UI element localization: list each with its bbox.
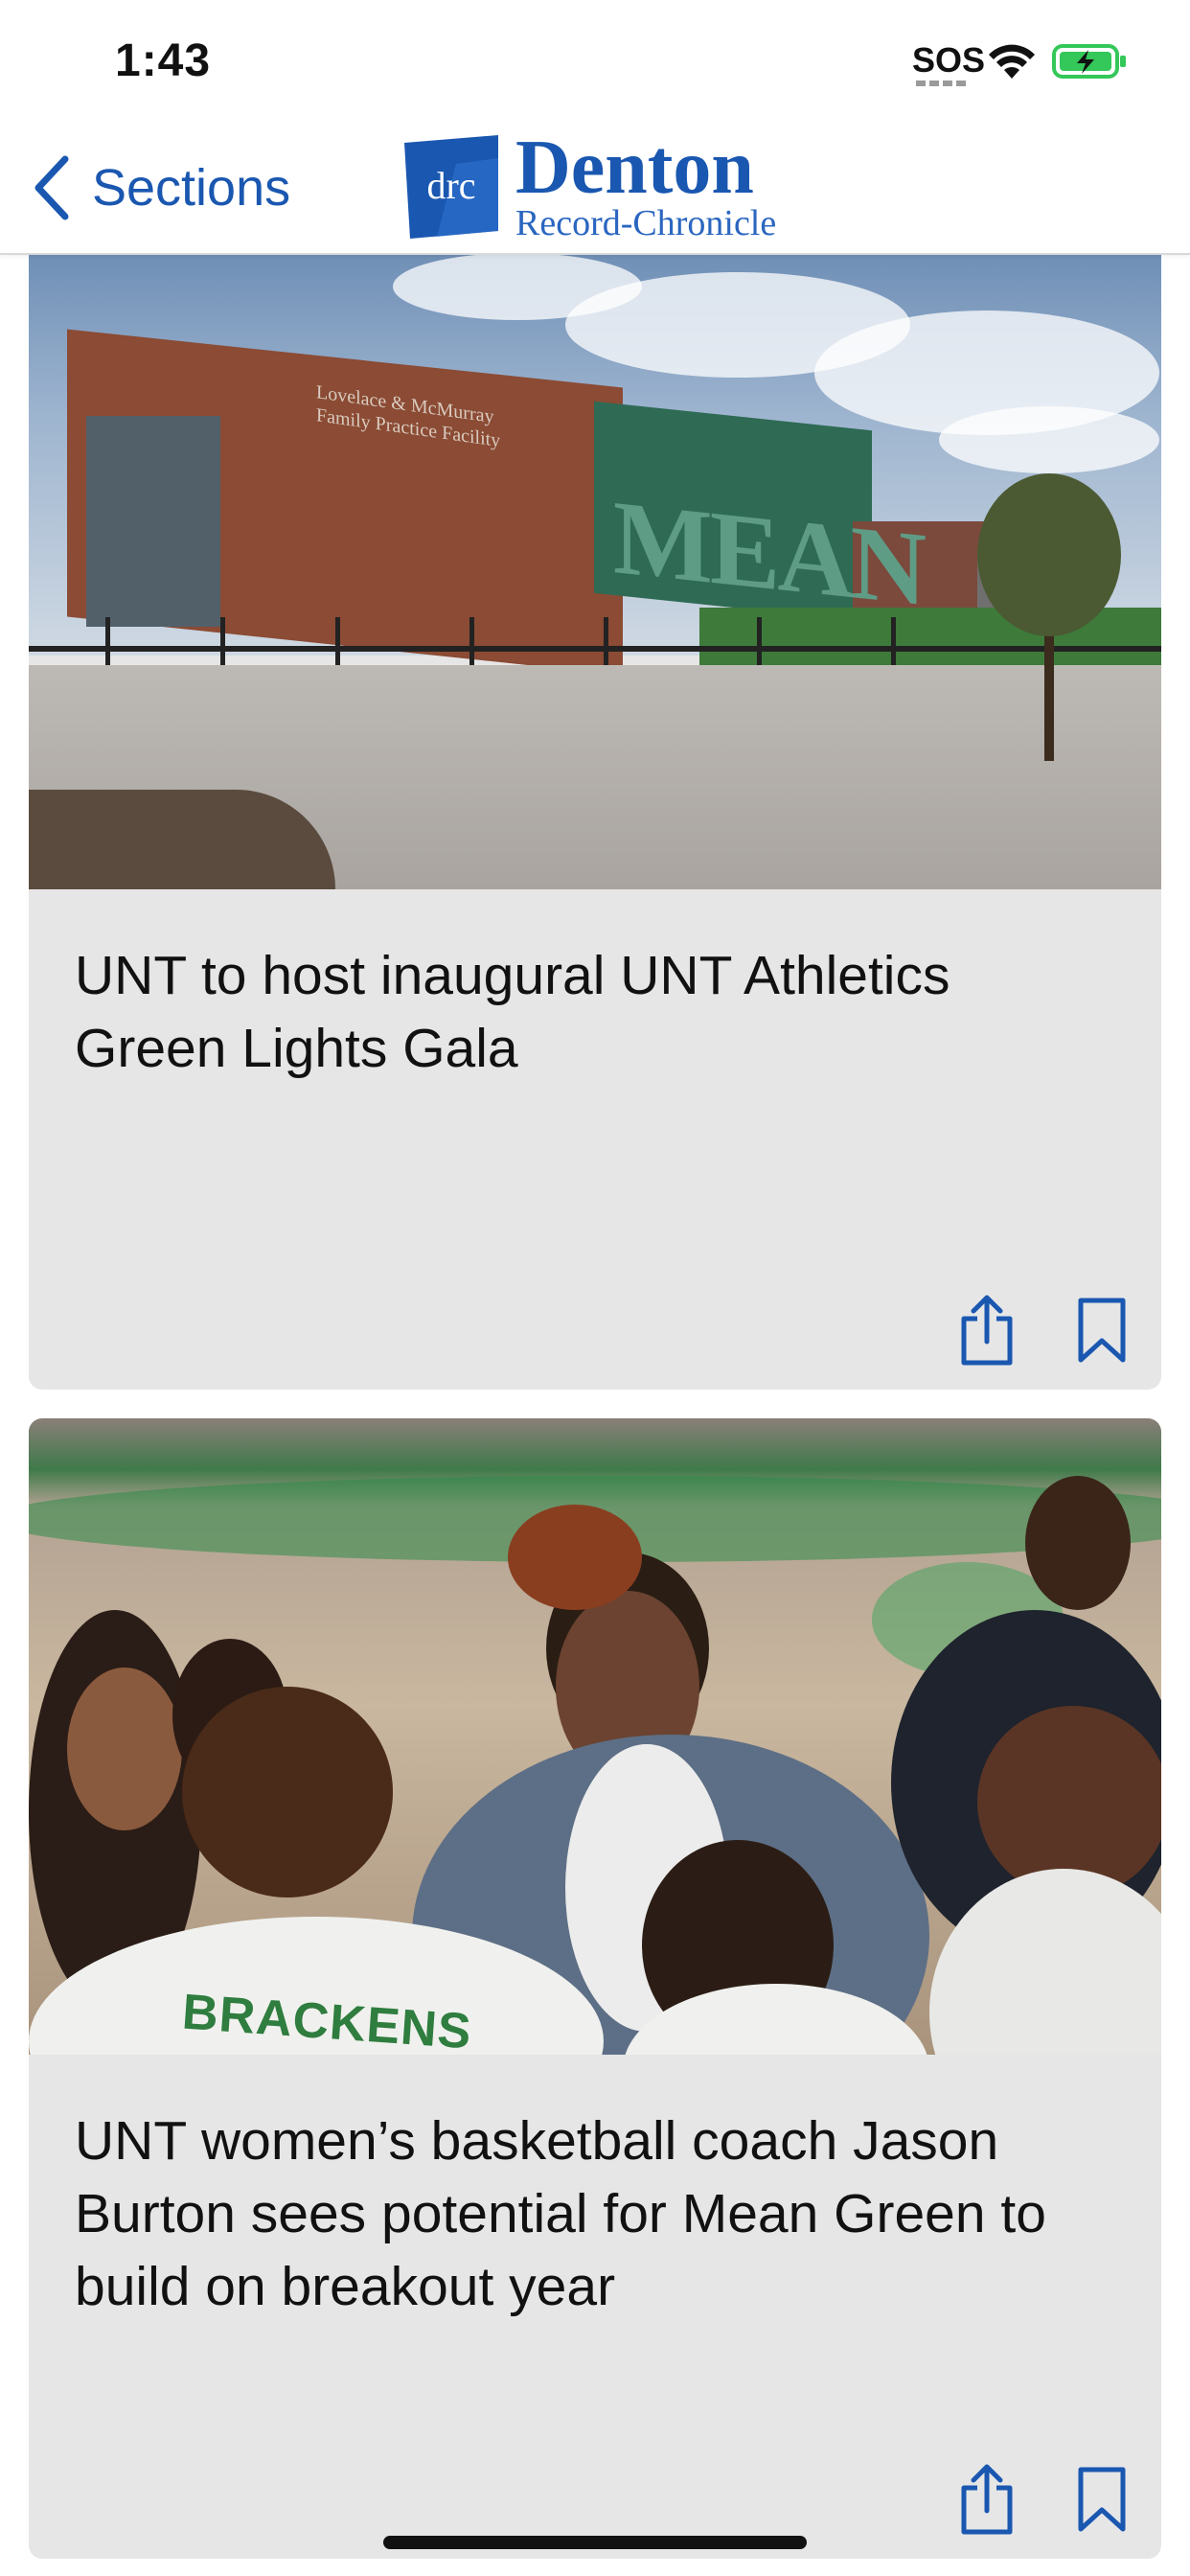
article-title[interactable]: UNT women’s basketball coach Jason Burto…: [75, 2104, 1110, 2323]
logo-subtitle: Record-Chronicle: [515, 203, 777, 243]
drc-logo-mark: drc: [404, 135, 498, 239]
nav-header: Sections drc Denton Record-Chronicle: [0, 125, 1190, 255]
bookmark-icon: [1078, 1298, 1126, 1363]
sos-indicator: SOS: [912, 40, 986, 80]
chevron-left-icon: [34, 155, 69, 220]
back-label: Sections: [92, 159, 291, 217]
status-bar: 1:43 SOS: [0, 0, 1190, 125]
article-card[interactable]: BRACKENS UNT women’s basketball coach Ja…: [29, 1418, 1161, 2559]
article-title[interactable]: UNT to host inaugural UNT Athletics Gree…: [75, 939, 1110, 1085]
article-image[interactable]: MEAN Lovelace & McMurray Family Practice…: [29, 253, 1161, 889]
article-image[interactable]: BRACKENS: [29, 1418, 1161, 2055]
publication-logo[interactable]: drc Denton Record-Chronicle: [399, 126, 777, 243]
article-card[interactable]: MEAN Lovelace & McMurray Family Practice…: [29, 253, 1161, 1390]
logo-title: Denton: [515, 126, 754, 210]
battery-charging-icon: [1052, 44, 1126, 79]
bookmark-button[interactable]: [1071, 2463, 1133, 2536]
share-icon: [961, 2464, 1013, 2535]
article-actions: [956, 1294, 1133, 1367]
back-button[interactable]: Sections: [33, 155, 290, 220]
logo-text: Denton Record-Chronicle: [515, 126, 777, 243]
share-icon: [961, 1295, 1013, 1366]
article-actions: [956, 2463, 1133, 2536]
wifi-icon: [989, 44, 1035, 79]
signal-dots-icon: [916, 80, 966, 86]
svg-text:drc: drc: [426, 164, 475, 207]
bookmark-icon: [1078, 2467, 1126, 2532]
status-time: 1:43: [115, 35, 212, 86]
share-button[interactable]: [956, 1294, 1018, 1367]
home-indicator[interactable]: [383, 2536, 807, 2549]
bookmark-button[interactable]: [1071, 1294, 1133, 1367]
share-button[interactable]: [956, 2463, 1018, 2536]
